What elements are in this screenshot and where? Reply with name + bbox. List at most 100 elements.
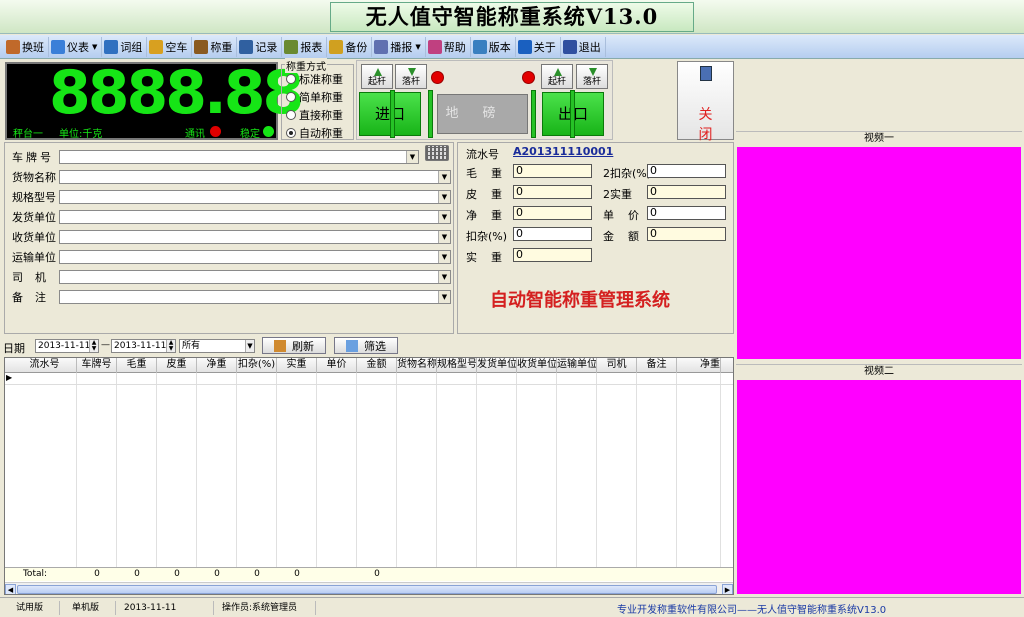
form-field-1[interactable]: ▼ (59, 170, 451, 184)
entry-lower-button[interactable]: 落杆 (395, 64, 427, 89)
mode-standard-radio[interactable]: 标准称重 (286, 71, 343, 87)
detail-field[interactable]: 0 (647, 206, 726, 220)
form-label: 备注 (12, 291, 58, 304)
keyboard-icon[interactable] (425, 145, 449, 161)
chevron-down-icon[interactable]: ▼ (438, 191, 450, 203)
table-column (677, 373, 721, 573)
toolbar-button-3[interactable]: 空车 (147, 36, 193, 57)
horizontal-scrollbar[interactable]: ◀ ▶ (5, 582, 733, 594)
toolbar-button-7[interactable]: 备份 (327, 36, 373, 57)
detail-field[interactable]: 0 (647, 164, 726, 178)
form-field-0[interactable]: ▼ (59, 150, 419, 164)
chevron-down-icon[interactable]: ▼ (245, 340, 254, 352)
detail-field[interactable]: 0 (513, 206, 592, 220)
toolbar-button-0[interactable]: 换班 (4, 36, 49, 57)
column-header[interactable]: 净重 (197, 358, 237, 373)
chevron-down-icon[interactable]: ▼ (92, 43, 97, 51)
chevron-down-icon[interactable]: ▼ (438, 251, 450, 263)
chevron-down-icon[interactable]: ▼ (406, 151, 418, 163)
column-header[interactable]: 备注 (637, 358, 677, 373)
close-button[interactable]: 关闭 (677, 61, 734, 143)
toolbar-button-label: 仪表 (67, 40, 89, 54)
scale-platform: 地磅 (437, 94, 528, 134)
column-header[interactable]: 皮重 (157, 358, 197, 373)
chevron-down-icon[interactable]: ▼ (438, 271, 450, 283)
column-header[interactable]: 流水号 (13, 358, 77, 373)
chevron-down-icon[interactable]: ▼ (438, 291, 450, 303)
exit-raise-button[interactable]: 起杆 (541, 64, 573, 89)
operator-status: 操作员:系统管理员 (216, 601, 316, 615)
column-header[interactable]: 司机 (597, 358, 637, 373)
spin-icon[interactable]: ▲ ▼ (166, 340, 175, 352)
form-field-6[interactable]: ▼ (59, 270, 451, 284)
column-header[interactable]: 扣杂(%) (237, 358, 277, 373)
video-2-feed[interactable] (737, 380, 1021, 594)
chevron-down-icon[interactable]: ▼ (438, 171, 450, 183)
mode-auto-radio[interactable]: 自动称重 (286, 125, 343, 141)
column-header[interactable]: 货物名称 (397, 358, 437, 373)
detail-field[interactable]: 0 (513, 185, 592, 199)
form-field-3[interactable]: ▼ (59, 210, 451, 224)
serial-label: 流水号 (466, 148, 499, 161)
date-separator: — (101, 340, 110, 350)
video-1-title: 视频一 (736, 131, 1022, 145)
scroll-thumb[interactable] (17, 585, 717, 594)
filter-button[interactable]: 筛选 (334, 337, 398, 354)
spin-icon[interactable]: ▲ ▼ (89, 340, 98, 352)
table-row[interactable]: ▶ (5, 373, 733, 385)
column-header[interactable]: 发货单位 (477, 358, 517, 373)
form-field-5[interactable]: ▼ (59, 250, 451, 264)
toolbar-button-11[interactable]: 关于 (516, 36, 561, 57)
table-column (277, 373, 317, 573)
chevron-down-icon[interactable]: ▼ (415, 43, 420, 51)
column-header[interactable]: 实重 (277, 358, 317, 373)
chevron-down-icon[interactable]: ▼ (438, 231, 450, 243)
table-column (637, 373, 677, 573)
detail-field[interactable]: 0 (513, 227, 592, 241)
column-header[interactable]: 收货单位 (517, 358, 557, 373)
detail-field[interactable]: 0 (647, 227, 726, 241)
mode-simple-radio[interactable]: 简单称重 (286, 89, 343, 105)
unit-label: 单位:千克 (59, 129, 103, 140)
form-field-2[interactable]: ▼ (59, 190, 451, 204)
scope-select[interactable]: 所有 ▼ (179, 339, 255, 353)
toolbar-button-12[interactable]: 退出 (561, 36, 606, 57)
detail-field[interactable]: 0 (647, 185, 726, 199)
scroll-left-icon[interactable]: ◀ (5, 584, 16, 594)
toolbar-button-2[interactable]: 词组 (102, 36, 148, 57)
toolbar-button-6[interactable]: 报表 (282, 36, 328, 57)
detail-label: 单价 (603, 209, 653, 222)
entry-raise-button[interactable]: 起杆 (361, 64, 393, 89)
stable-status-icon (263, 126, 274, 137)
toolbar-button-10[interactable]: 版本 (471, 36, 516, 57)
refresh-button[interactable]: 刷新 (262, 337, 326, 354)
toolbar-button-5[interactable]: 记录 (237, 36, 283, 57)
phrase-icon (104, 39, 119, 54)
column-header[interactable]: 毛重 (117, 358, 157, 373)
video-1-feed[interactable] (737, 147, 1021, 359)
column-header[interactable]: 净重 (677, 358, 721, 373)
detail-field[interactable]: 0 (513, 248, 592, 262)
chevron-down-icon[interactable]: ▼ (438, 211, 450, 223)
form-label: 规格型号 (12, 191, 56, 204)
form-field-7[interactable]: ▼ (59, 290, 451, 304)
toolbar-button-4[interactable]: 称重 (192, 36, 238, 57)
column-header[interactable]: 运输单位 (557, 358, 597, 373)
column-header[interactable]: 规格型号 (437, 358, 477, 373)
column-header[interactable]: 单价 (317, 358, 357, 373)
column-header[interactable]: 金额 (357, 358, 397, 373)
scroll-right-icon[interactable]: ▶ (722, 584, 733, 594)
toolbar-button-1[interactable]: 仪表 ▼ (49, 36, 103, 57)
detail-label: 扣杂(%) (466, 230, 508, 243)
radio-icon (286, 92, 296, 102)
date-to-input[interactable]: 2013-11-11 ▲ ▼ (111, 339, 176, 353)
form-field-4[interactable]: ▼ (59, 230, 451, 244)
mode-direct-radio[interactable]: 直接称重 (286, 107, 343, 123)
detail-field[interactable]: 0 (513, 164, 592, 178)
column-header[interactable]: 车牌号 (77, 358, 117, 373)
toolbar-button-8[interactable]: 播报 ▼ (372, 36, 426, 57)
toolbar-button-9[interactable]: 帮助 (426, 36, 471, 57)
date-from-input[interactable]: 2013-11-11 ▲ ▼ (35, 339, 99, 353)
exit-barrier-pole (570, 90, 575, 138)
exit-lower-button[interactable]: 落杆 (576, 64, 608, 89)
